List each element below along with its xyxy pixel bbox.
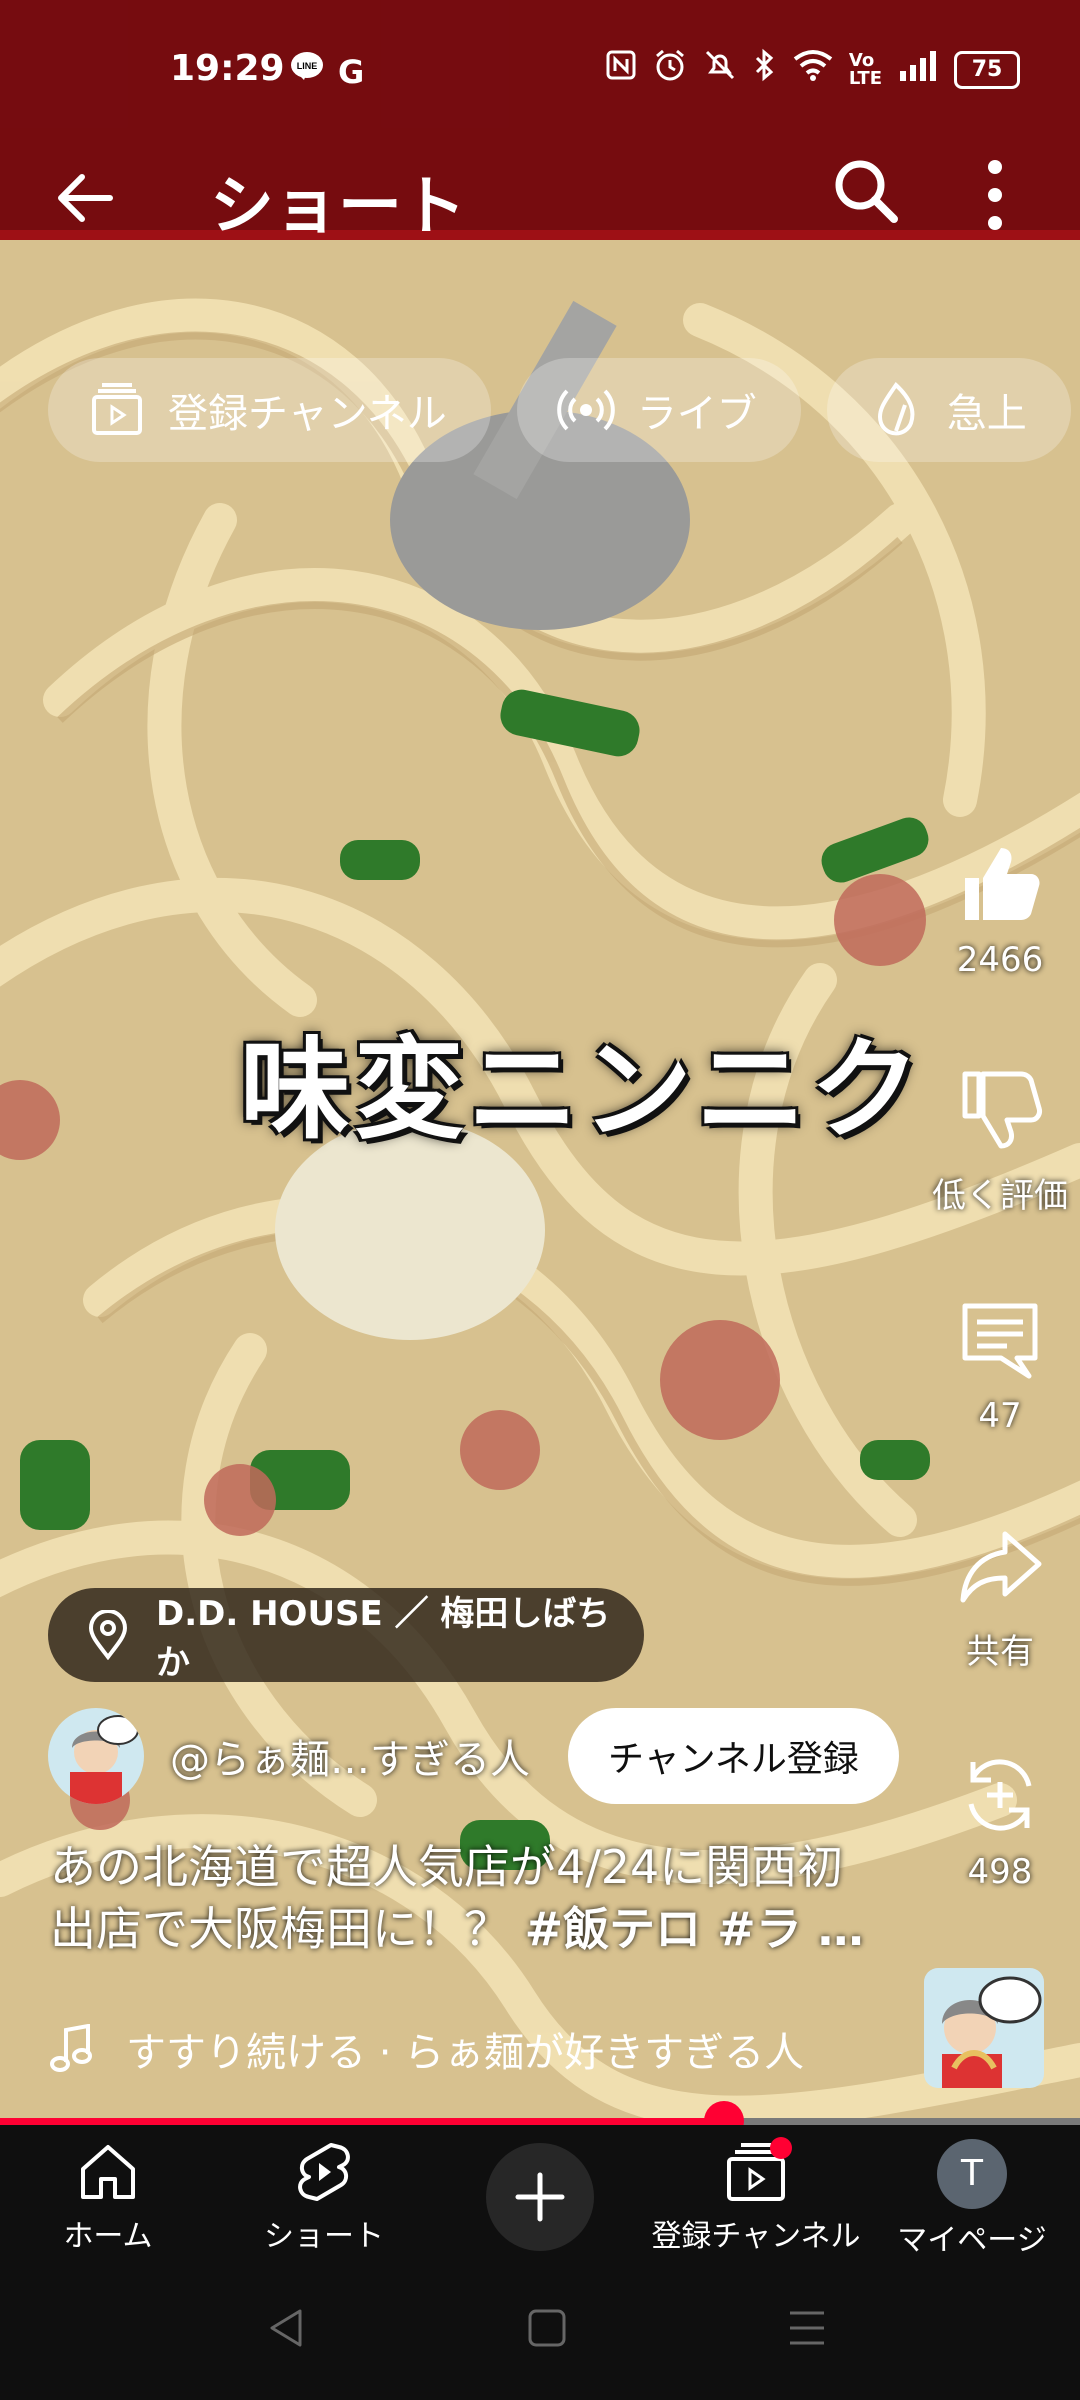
chip-live-label: ライブ <box>636 391 757 437</box>
notification-dot <box>770 2137 792 2159</box>
channel-avatar[interactable] <box>48 1708 144 1804</box>
comment-count: 47 <box>978 1396 1022 1436</box>
remix-count: 498 <box>967 1852 1033 1892</box>
trending-icon <box>877 381 915 436</box>
thumb-up-icon <box>965 848 1040 920</box>
nav-shorts-label: ショート <box>264 2219 384 2254</box>
plus-icon <box>515 2172 565 2222</box>
description-line-2-text: 出店で大阪梅田に！？ <box>50 1902 525 1956</box>
create-button[interactable] <box>486 2143 594 2251</box>
remix-button[interactable]: 498 <box>920 1752 1080 1892</box>
video-description[interactable]: あの北海道で超人気店が4/24に関西初 出店で大阪梅田に！？ #飯テロ #ラ … <box>50 1836 900 1960</box>
comment-icon <box>962 1303 1038 1379</box>
remix-icon <box>968 1759 1032 1831</box>
signal-icon <box>898 49 938 90</box>
line-icon: LINE <box>290 50 324 93</box>
progress-fill <box>0 2118 724 2125</box>
description-hashtags[interactable]: #飯テロ #ラ … <box>525 1902 864 1956</box>
status-time: 19:29 <box>170 48 285 89</box>
battery-indicator: 75 <box>954 50 1020 89</box>
share-icon <box>960 1531 1042 1603</box>
volte-icon: Vo LTE <box>848 49 882 89</box>
music-note-icon <box>50 2024 92 2072</box>
dislike-button[interactable]: 低く評価 <box>920 1068 1080 1217</box>
system-navigation-bar <box>0 2255 1080 2400</box>
thumb-down-icon <box>962 1071 1042 1149</box>
bottom-navigation: ホーム ショート 登録チャンネル T マイページ <box>0 2125 1080 2258</box>
search-icon[interactable] <box>830 155 900 225</box>
nav-shorts[interactable]: ショート <box>216 2139 432 2255</box>
comments-button[interactable]: 47 <box>920 1296 1080 1436</box>
alarm-icon <box>653 48 687 91</box>
nav-mypage-label: マイページ <box>897 2223 1047 2258</box>
music-thumbnail[interactable] <box>924 1968 1044 2088</box>
back-arrow-icon[interactable] <box>50 163 120 233</box>
description-line-1: あの北海道で超人気店が4/24に関西初 <box>50 1840 844 1894</box>
dislike-label: 低く評価 <box>932 1176 1068 1216</box>
bluetooth-icon <box>753 48 777 91</box>
google-icon: G <box>338 52 365 91</box>
video-caption-overlay: 味変ニンニク <box>240 1026 924 1154</box>
nfc-icon <box>605 49 637 90</box>
system-home-icon[interactable] <box>524 2305 570 2351</box>
location-pin-icon <box>88 1610 127 1660</box>
top-bar: ショート <box>0 145 1080 245</box>
chip-live[interactable]: ライブ <box>516 358 801 462</box>
nav-subscriptions[interactable]: 登録チャンネル <box>648 2137 864 2255</box>
channel-name[interactable]: @らぁ麺…すぎる人 <box>170 1727 530 1785</box>
nav-home-label: ホーム <box>63 2219 153 2254</box>
svg-text:LINE: LINE <box>297 61 318 71</box>
share-label: 共有 <box>966 1632 1034 1672</box>
nav-subscriptions-label: 登録チャンネル <box>651 2219 861 2254</box>
user-avatar: T <box>937 2139 1007 2209</box>
chip-trending-label: 急上 <box>946 391 1027 437</box>
mute-icon <box>703 48 737 91</box>
system-recents-icon[interactable] <box>784 2305 830 2351</box>
like-button[interactable]: 2466 <box>920 840 1080 980</box>
filter-chips: 登録チャンネル ライブ 急上 <box>48 358 1071 462</box>
location-label: D.D. HOUSE ／ 梅田しばちか <box>155 1594 611 1683</box>
more-options-icon[interactable] <box>970 155 1020 235</box>
shorts-icon <box>298 2143 350 2201</box>
like-count: 2466 <box>956 940 1044 980</box>
system-back-icon[interactable] <box>264 2305 310 2351</box>
page-title: ショート <box>210 170 466 244</box>
description-line-2: 出店で大阪梅田に！？ #飯テロ #ラ … <box>50 1898 900 1960</box>
subscribe-button[interactable]: チャンネル登録 <box>568 1708 899 1804</box>
status-bar: 19:29 LINE G Vo LTE 75 <box>0 0 1080 145</box>
music-row[interactable]: すすり続ける · らぁ麺が好きすぎる人 <box>50 2020 804 2078</box>
video-progress-bar[interactable] <box>0 2101 1080 2141</box>
share-button[interactable]: 共有 <box>920 1524 1080 1673</box>
wifi-icon <box>793 49 833 90</box>
nav-home[interactable]: ホーム <box>0 2139 216 2255</box>
music-label: すすり続ける · らぁ麺が好きすぎる人 <box>126 2030 805 2076</box>
live-icon <box>557 389 615 431</box>
chip-trending[interactable]: 急上 <box>826 358 1071 462</box>
location-chip[interactable]: D.D. HOUSE ／ 梅田しばちか <box>48 1588 644 1683</box>
subscriptions-icon <box>92 383 142 435</box>
chip-subscriptions[interactable]: 登録チャンネル <box>48 358 491 462</box>
chip-subscriptions-label: 登録チャンネル <box>168 391 447 437</box>
home-icon <box>81 2145 135 2199</box>
nav-mypage[interactable]: T マイページ <box>864 2139 1080 2259</box>
channel-row: @らぁ麺…すぎる人 チャンネル登録 <box>48 1706 899 1806</box>
